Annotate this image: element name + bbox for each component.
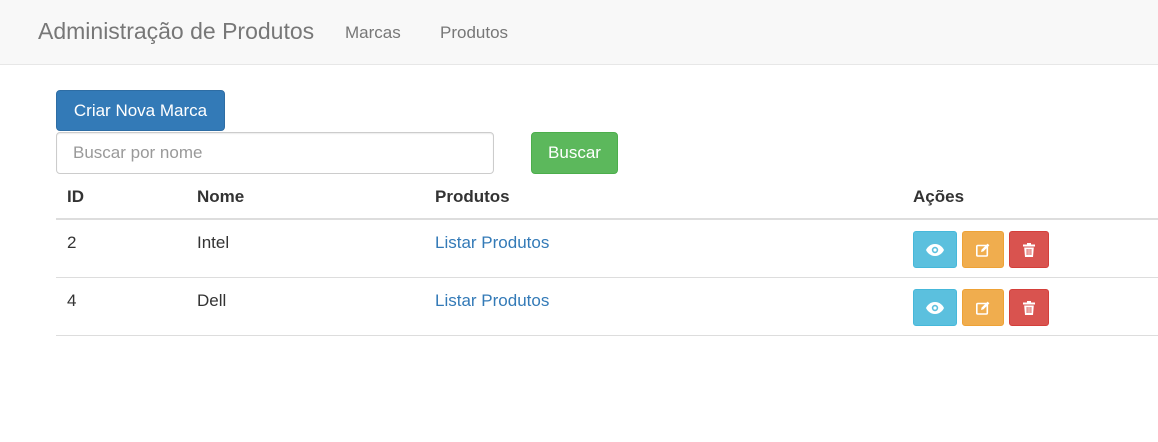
table-row: 2 Intel Listar Produtos — [56, 220, 1158, 278]
eye-icon — [926, 243, 944, 256]
table-row: 4 Dell Listar Produtos — [56, 278, 1158, 336]
list-products-link[interactable]: Listar Produtos — [435, 233, 549, 253]
table-header: ID Nome Produtos Ações — [56, 180, 1158, 220]
cell-nome: Dell — [197, 291, 227, 310]
edit-button[interactable] — [962, 289, 1004, 326]
top-navbar: Administração de Produtos Marcas Produto… — [0, 0, 1158, 65]
eye-icon — [926, 301, 944, 314]
delete-button[interactable] — [1009, 231, 1049, 268]
search-input[interactable] — [56, 132, 494, 174]
nav-link-marcas[interactable]: Marcas — [345, 23, 401, 43]
cell-nome: Intel — [197, 233, 230, 252]
delete-button[interactable] — [1009, 289, 1049, 326]
edit-button[interactable] — [962, 231, 1004, 268]
view-button[interactable] — [913, 231, 957, 268]
list-products-link[interactable]: Listar Produtos — [435, 291, 549, 311]
cell-id: 4 — [67, 291, 77, 310]
column-header-produtos: Produtos — [435, 187, 510, 206]
trash-icon — [1023, 242, 1035, 257]
create-brand-button[interactable]: Criar Nova Marca — [56, 90, 225, 131]
navbar-brand[interactable]: Administração de Produtos — [38, 18, 314, 45]
edit-icon — [976, 301, 990, 315]
search-button[interactable]: Buscar — [531, 132, 618, 174]
view-button[interactable] — [913, 289, 957, 326]
cell-id: 2 — [67, 233, 77, 252]
trash-icon — [1023, 300, 1035, 315]
column-header-id: ID — [67, 187, 84, 206]
nav-link-produtos[interactable]: Produtos — [440, 23, 508, 43]
column-header-acoes: Ações — [913, 187, 965, 206]
edit-icon — [976, 243, 990, 257]
column-header-nome: Nome — [197, 187, 245, 206]
